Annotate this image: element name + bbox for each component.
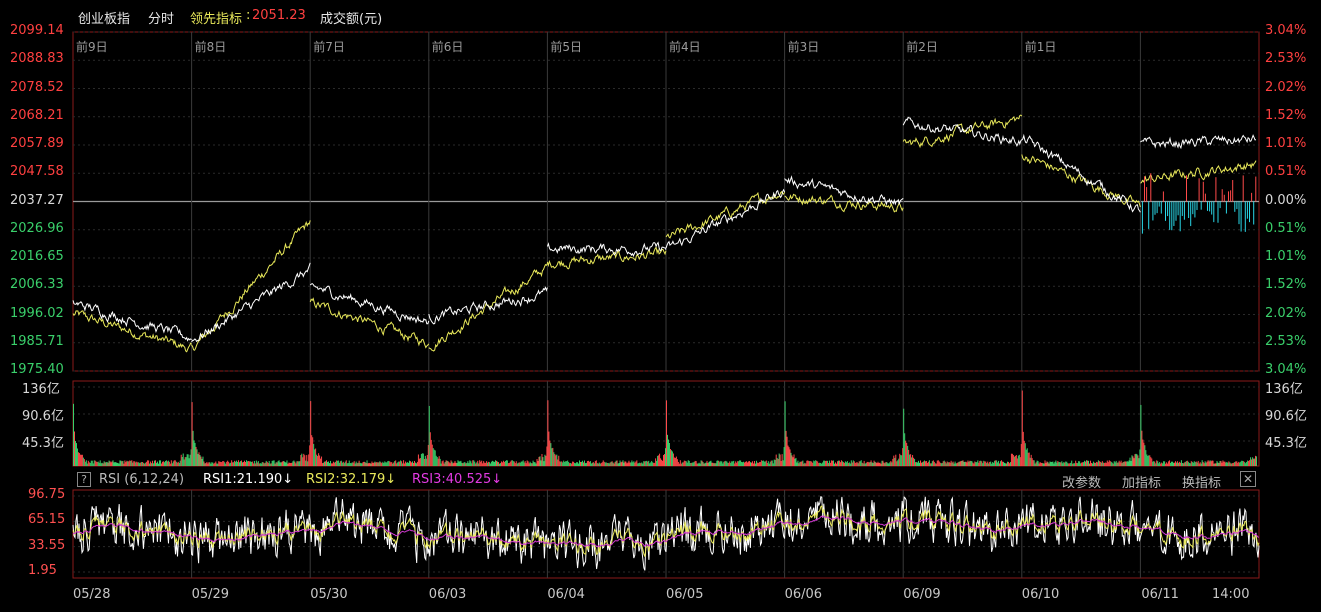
percent-label: 3.04% bbox=[1265, 362, 1307, 377]
volume-label: 45.3亿 bbox=[22, 436, 64, 451]
leading-indicator-line bbox=[309, 297, 430, 349]
volume-label: 45.3亿 bbox=[1265, 436, 1307, 451]
price-label: 2088.83 bbox=[10, 51, 64, 67]
leading-indicator-line bbox=[902, 114, 1023, 149]
percent-label: 1.52% bbox=[1265, 277, 1307, 293]
date-label: 06/10 bbox=[1021, 587, 1060, 602]
rsi-axis-label: 96.75 bbox=[28, 487, 66, 502]
price-label: 2099.14 bbox=[10, 23, 64, 38]
leading-indicator-line bbox=[665, 190, 786, 239]
day-label: 前8日 bbox=[194, 40, 227, 54]
rsi-axis-label: 65.15 bbox=[28, 512, 66, 528]
percent-label: 1.52% bbox=[1265, 107, 1307, 123]
index-price-line bbox=[1140, 134, 1257, 150]
rsi-axis-label: 1.95 bbox=[28, 563, 57, 578]
day-label: 前4日 bbox=[669, 40, 701, 54]
price-label: 1996.02 bbox=[10, 305, 64, 321]
percent-label: 0.00% bbox=[1265, 192, 1307, 208]
rsi3-value: RSI3:40.525↓ bbox=[412, 472, 503, 487]
date-label: 06/03 bbox=[428, 587, 467, 602]
rsi-title: RSI (6,12,24) bbox=[99, 472, 185, 487]
volume-label: 136亿 bbox=[22, 382, 60, 397]
close-icon[interactable]: ✕ bbox=[1240, 471, 1256, 487]
percent-label: 2.02% bbox=[1265, 79, 1307, 95]
leading-indicator-line bbox=[428, 263, 548, 352]
percent-label: 0.51% bbox=[1265, 164, 1307, 180]
percent-label: 1.01% bbox=[1265, 136, 1307, 151]
date-label: 14:00 bbox=[1212, 587, 1250, 602]
stock-chart-canvas[interactable] bbox=[0, 0, 1321, 612]
rsi2-value: RSI2:32.179↓ bbox=[306, 472, 397, 487]
date-label: 06/06 bbox=[784, 587, 823, 602]
date-label: 06/11 bbox=[1141, 587, 1179, 602]
percent-label: 1.01% bbox=[1265, 249, 1307, 264]
day-label: 前6日 bbox=[431, 40, 464, 54]
percent-label: 0.51% bbox=[1265, 220, 1307, 236]
price-label: 2037.27 bbox=[10, 192, 64, 208]
help-icon[interactable]: ? bbox=[77, 472, 91, 487]
index-price-line bbox=[72, 300, 192, 342]
date-label: 06/04 bbox=[547, 587, 585, 602]
switch-indicator-button[interactable]: 换指标 bbox=[1182, 472, 1221, 491]
day-label: 前9日 bbox=[76, 40, 108, 54]
percent-label: 2.02% bbox=[1265, 305, 1307, 321]
leading-indicator-line bbox=[72, 310, 192, 353]
date-label: 05/29 bbox=[191, 587, 230, 602]
rsi1-value: RSI1:21.190↓ bbox=[203, 472, 294, 487]
rsi-axis-label: 33.55 bbox=[28, 537, 66, 553]
price-label: 2047.58 bbox=[10, 164, 64, 180]
index-price-line bbox=[428, 286, 548, 325]
price-label: 1975.40 bbox=[10, 362, 64, 377]
percent-label: 2.53% bbox=[1265, 333, 1307, 349]
leading-indicator-line bbox=[784, 193, 904, 213]
price-label: 2026.96 bbox=[10, 220, 64, 236]
rsi-header: ? RSI (6,12,24) RSI1:21.190↓ RSI2:32.179… bbox=[73, 470, 1259, 491]
index-price-line bbox=[546, 241, 667, 258]
index-price-line bbox=[665, 188, 786, 249]
price-label: 2006.33 bbox=[10, 277, 64, 293]
index-price-line bbox=[784, 175, 904, 206]
change-params-button[interactable]: 改参数 bbox=[1062, 472, 1101, 491]
price-label: 2078.52 bbox=[10, 79, 64, 95]
day-label: 前2日 bbox=[906, 40, 938, 54]
volume-label: 136亿 bbox=[1265, 382, 1303, 397]
price-label: 2057.89 bbox=[10, 136, 64, 151]
add-indicator-button[interactable]: 加指标 bbox=[1122, 472, 1161, 491]
price-label: 1985.71 bbox=[10, 333, 64, 349]
date-label: 05/28 bbox=[73, 587, 111, 602]
date-label: 06/05 bbox=[666, 587, 704, 602]
day-label: 前1日 bbox=[1024, 40, 1057, 54]
day-label: 前7日 bbox=[313, 40, 345, 54]
index-price-line bbox=[1021, 133, 1141, 213]
percent-label: 2.53% bbox=[1265, 51, 1307, 67]
price-label: 2068.21 bbox=[10, 107, 64, 123]
index-price-line bbox=[191, 262, 311, 343]
date-label: 06/09 bbox=[903, 587, 941, 602]
day-label: 前3日 bbox=[787, 40, 820, 54]
percent-label: 3.04% bbox=[1265, 23, 1307, 38]
date-label: 05/30 bbox=[310, 587, 348, 602]
volume-label: 90.6亿 bbox=[22, 409, 64, 424]
price-label: 2016.65 bbox=[10, 249, 64, 264]
leading-indicator-line bbox=[1021, 154, 1141, 208]
day-label: 前5日 bbox=[550, 40, 583, 54]
leading-indicator-line bbox=[1140, 160, 1257, 184]
index-price-line bbox=[902, 116, 1023, 147]
volume-label: 90.6亿 bbox=[1265, 409, 1307, 424]
